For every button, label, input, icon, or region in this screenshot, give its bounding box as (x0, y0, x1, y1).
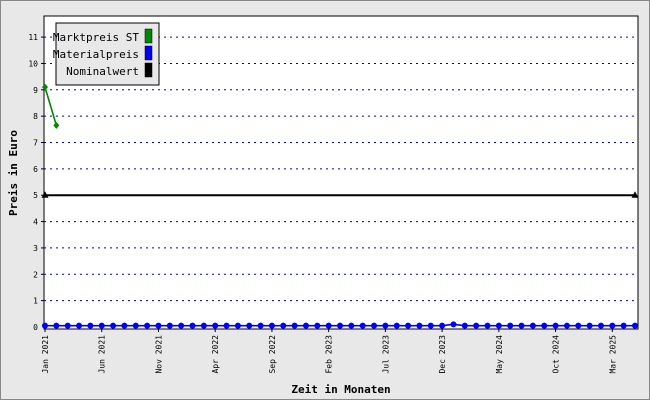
data-point (563, 322, 570, 329)
x-tick-label: Feb 2023 (325, 335, 334, 374)
data-point (495, 322, 502, 329)
legend-label: Marktpreis ST (53, 31, 139, 44)
data-point (42, 322, 48, 329)
data-point (450, 321, 457, 328)
data-point (268, 322, 275, 329)
x-axis-ticks: Jan 2021 Jun 2021 Nov 2021 Apr 2022 Sep 2022… (41, 329, 617, 374)
data-point (76, 322, 83, 329)
line-chart: 1 2 3 4 5 6 7 8 9 10 11 0 Jan 2021 Jun 2021 Nov 2021 A… (7, 15, 639, 396)
x-tick-label: Jan 2021 (41, 335, 50, 374)
data-point (507, 322, 514, 329)
y-axis-ticks: 1 2 3 4 5 6 7 8 9 10 11 0 (28, 33, 44, 332)
y-tick-label: 7 (33, 139, 38, 148)
data-point (439, 322, 446, 329)
y-tick-label: 9 (33, 86, 38, 95)
x-tick-label: Dec 2023 (438, 335, 447, 374)
data-point (314, 322, 321, 329)
data-point (632, 322, 638, 329)
x-tick-label: Apr 2022 (211, 335, 220, 374)
data-point (359, 322, 366, 329)
data-point (257, 322, 264, 329)
data-point (325, 322, 332, 329)
data-point (87, 322, 94, 329)
data-point (371, 322, 378, 329)
y-tick-label: 10 (28, 59, 38, 68)
data-point (461, 322, 468, 329)
data-point (416, 322, 423, 329)
data-point (529, 322, 536, 329)
data-point (178, 322, 185, 329)
x-tick-label: Mar 2025 (608, 335, 617, 374)
data-point (155, 322, 162, 329)
data-point (189, 322, 196, 329)
legend-label: Nominalwert (66, 65, 139, 78)
y-tick-label: 6 (33, 165, 38, 174)
x-tick-label: Sep 2022 (268, 335, 277, 374)
data-point (144, 322, 151, 329)
data-point (541, 322, 548, 329)
data-point (405, 322, 412, 329)
data-point (121, 322, 128, 329)
data-point (393, 322, 400, 329)
x-tick-label: May 2024 (495, 335, 504, 374)
y-tick-label: 4 (33, 218, 38, 227)
y-tick-label: 1 (33, 297, 38, 306)
data-point (200, 322, 207, 329)
data-point (280, 322, 287, 329)
legend-swatch (144, 28, 153, 44)
y-tick-label: 2 (33, 270, 38, 279)
data-point (291, 322, 298, 329)
data-point (382, 322, 389, 329)
x-tick-label: Oct 2024 (552, 335, 561, 374)
data-point (64, 322, 71, 329)
data-point (473, 322, 480, 329)
data-point (575, 322, 582, 329)
x-tick-label: Jul 2023 (381, 335, 390, 374)
data-point (348, 322, 355, 329)
data-point (234, 322, 241, 329)
legend-swatch (144, 45, 153, 61)
data-point (337, 322, 343, 329)
y-tick-label: 3 (33, 244, 38, 253)
chart-frame: 1 2 3 4 5 6 7 8 9 10 11 0 Jan 2021 Jun 2021 Nov 2021 A… (0, 0, 650, 400)
data-point (166, 322, 173, 329)
data-point (518, 322, 525, 329)
data-point (302, 322, 309, 329)
data-point (597, 322, 604, 329)
y-tick-label: 11 (28, 33, 38, 42)
data-point (609, 322, 616, 329)
data-point (620, 322, 627, 329)
data-point (552, 322, 559, 329)
data-point (132, 322, 139, 329)
y-axis-label: Preis in Euro (7, 130, 20, 216)
legend-swatch (144, 62, 153, 78)
legend-label: Materialpreis (53, 48, 139, 61)
data-point (212, 322, 219, 329)
y-tick-label: 8 (33, 112, 38, 121)
data-point (484, 322, 491, 329)
x-tick-label: Jun 2021 (98, 335, 107, 374)
data-point (223, 322, 230, 329)
data-point (53, 322, 60, 329)
y-tick-label: 5 (33, 191, 38, 200)
legend: Marktpreis ST Materialpreis Nominalwert (53, 22, 160, 86)
data-point (586, 322, 593, 329)
data-point (110, 322, 117, 329)
data-point (98, 322, 105, 329)
data-point (246, 322, 253, 329)
x-tick-label: Nov 2021 (154, 335, 163, 374)
y-tick-label: 0 (33, 323, 38, 332)
data-point (427, 322, 434, 329)
x-axis-label: Zeit in Monaten (291, 383, 390, 396)
